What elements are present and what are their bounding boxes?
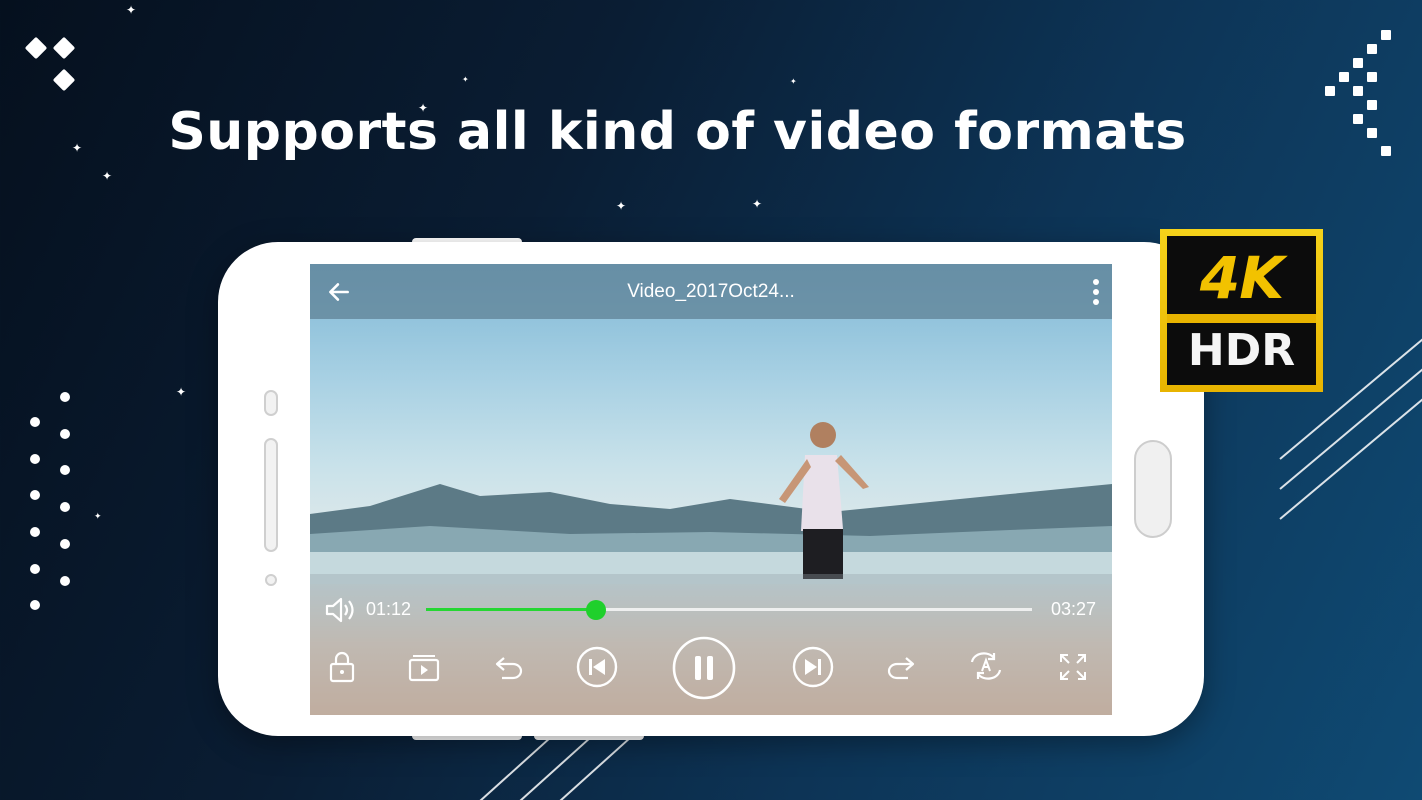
diamond-shape — [52, 68, 76, 92]
rewind-icon — [495, 657, 523, 680]
phone-camera — [265, 574, 277, 586]
phone-frame: Video_2017Oct24... 01:12 03:27 — [218, 242, 1204, 736]
previous-icon — [576, 646, 618, 688]
dot-shape — [30, 564, 40, 574]
dot-shape — [60, 539, 70, 549]
square-shape — [1367, 72, 1377, 82]
star-icon: ✦ — [176, 385, 187, 399]
pause-icon — [672, 636, 736, 700]
stripe-line — [559, 736, 632, 800]
square-shape — [1367, 100, 1377, 110]
dot-shape — [30, 490, 40, 500]
video-player[interactable]: Video_2017Oct24... 01:12 03:27 — [310, 264, 1112, 715]
star-icon: ✦ — [752, 197, 763, 211]
square-shape — [1367, 44, 1377, 54]
square-shape — [1367, 128, 1377, 138]
star-icon: ✦ — [616, 199, 627, 213]
square-shape — [1381, 146, 1391, 156]
dot-shape — [60, 429, 70, 439]
dot-shape — [60, 392, 70, 402]
dot-shape — [30, 600, 40, 610]
badge-body: 4K HDR — [1167, 236, 1316, 385]
star-icon: ✦ — [126, 3, 137, 17]
next-icon — [792, 646, 834, 688]
dot-shape — [30, 527, 40, 537]
next-button[interactable] — [792, 646, 834, 688]
player-controls-panel: 01:12 03:27 — [310, 574, 1112, 715]
forward-button[interactable] — [886, 654, 916, 680]
lock-button[interactable] — [328, 650, 356, 684]
badge-4k-text: 4K — [1199, 244, 1284, 312]
stripe-line — [519, 736, 592, 800]
dot-shape — [60, 576, 70, 586]
seek-bar[interactable] — [426, 600, 1032, 620]
star-icon: ✦ — [94, 511, 102, 521]
player-top-bar: Video_2017Oct24... — [310, 264, 1112, 319]
badge-divider — [1167, 314, 1316, 323]
fullscreen-icon — [1060, 654, 1086, 680]
square-shape — [1381, 30, 1391, 40]
stripe-line — [479, 736, 552, 800]
previous-button[interactable] — [576, 646, 618, 688]
rewind-button[interactable] — [494, 654, 524, 680]
headline: Supports all kind of video formats — [168, 102, 1187, 162]
fullscreen-button[interactable] — [1058, 652, 1088, 682]
diamond-shape — [24, 36, 48, 60]
dot-shape — [30, 417, 40, 427]
star-icon: ✦ — [790, 77, 797, 86]
volume-icon[interactable] — [324, 596, 358, 624]
repeat-ab-icon — [970, 652, 1002, 680]
seek-progress — [426, 608, 596, 611]
dot-shape — [60, 502, 70, 512]
pause-button[interactable] — [672, 636, 736, 700]
more-options-icon[interactable] — [1090, 277, 1102, 307]
star-icon: ✦ — [102, 169, 113, 183]
playlist-button[interactable] — [408, 652, 440, 682]
person-figure — [779, 422, 869, 579]
seek-thumb[interactable] — [585, 600, 606, 620]
stripe-line — [1279, 396, 1422, 520]
repeat-ab-button[interactable] — [968, 650, 1004, 682]
lock-icon — [329, 651, 355, 683]
square-shape — [1353, 58, 1363, 68]
dot-shape — [30, 454, 40, 464]
4k-hdr-badge: 4K HDR — [1160, 229, 1323, 392]
total-time: 03:27 — [1050, 599, 1096, 619]
dot-shape — [60, 465, 70, 475]
phone-home-button — [1134, 440, 1172, 538]
square-shape — [1325, 86, 1335, 96]
square-shape — [1339, 72, 1349, 82]
badge-hdr-text: HDR — [1167, 325, 1316, 376]
current-time: 01:12 — [366, 599, 412, 619]
phone-speaker — [264, 438, 278, 552]
forward-icon — [887, 657, 915, 680]
mountains-scene — [310, 484, 1112, 584]
star-icon: ✦ — [462, 75, 469, 84]
phone-sensor — [264, 390, 278, 416]
video-title: Video_2017Oct24... — [627, 281, 795, 302]
diamond-shape — [52, 36, 76, 60]
square-shape — [1353, 86, 1363, 96]
playlist-icon — [408, 655, 440, 682]
